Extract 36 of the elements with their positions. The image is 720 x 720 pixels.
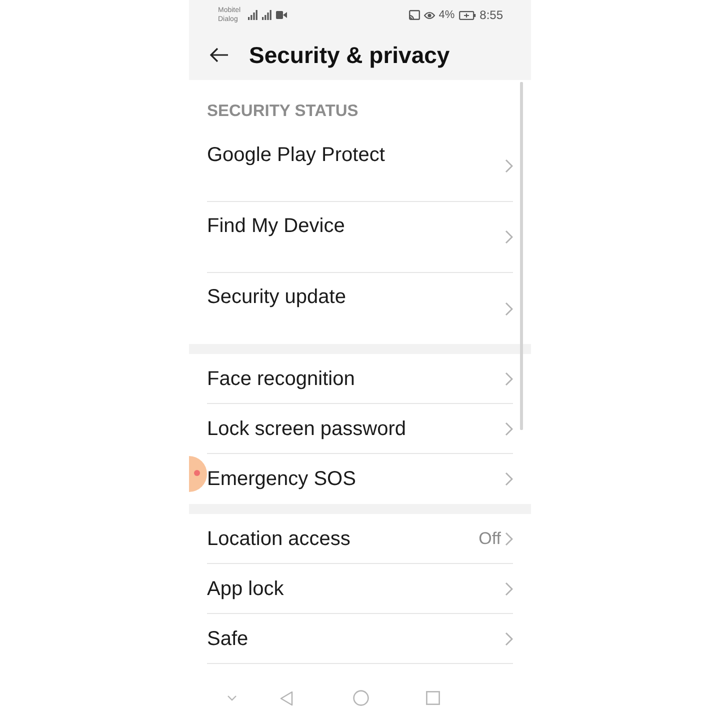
settings-item[interactable]: Emergency SOS bbox=[207, 454, 513, 504]
settings-item[interactable]: Google Play Protect bbox=[207, 131, 513, 202]
settings-item[interactable]: Lock screen password bbox=[207, 404, 513, 454]
chevron-right-icon bbox=[505, 472, 513, 486]
home-icon[interactable] bbox=[353, 690, 369, 706]
clock-time: 8:55 bbox=[480, 8, 503, 22]
settings-item[interactable]: Face recognition bbox=[207, 354, 513, 404]
video-camera-icon bbox=[276, 11, 287, 19]
chevron-right-icon bbox=[505, 582, 513, 596]
recents-icon[interactable] bbox=[426, 691, 440, 705]
eye-icon bbox=[424, 10, 435, 20]
settings-item[interactable]: Location access Off bbox=[207, 514, 513, 564]
touch-indicator-icon bbox=[189, 454, 207, 494]
chevron-right-icon bbox=[505, 159, 513, 173]
chevron-right-icon bbox=[505, 302, 513, 316]
chevron-right-icon bbox=[505, 532, 513, 546]
section-title: SECURITY STATUS bbox=[207, 102, 358, 120]
settings-item[interactable]: Find My Device bbox=[207, 202, 513, 273]
page-title: Security & privacy bbox=[249, 41, 450, 69]
settings-item[interactable]: App lock bbox=[207, 564, 513, 614]
chevron-down-icon[interactable] bbox=[227, 695, 237, 701]
back-icon[interactable] bbox=[280, 690, 293, 706]
battery-charging-icon bbox=[458, 10, 476, 20]
cast-icon bbox=[408, 10, 420, 20]
signal-icon bbox=[262, 10, 272, 20]
battery-percent: 4% bbox=[438, 9, 455, 21]
status-value: Off bbox=[478, 528, 501, 550]
chevron-right-icon bbox=[505, 372, 513, 386]
back-button[interactable] bbox=[209, 45, 229, 65]
signal-icon bbox=[248, 10, 258, 20]
chevron-right-icon bbox=[505, 632, 513, 646]
settings-item[interactable]: Safe bbox=[207, 614, 513, 664]
back-arrow-icon bbox=[209, 47, 229, 63]
chevron-right-icon bbox=[505, 422, 513, 436]
chevron-right-icon bbox=[505, 230, 513, 244]
settings-item[interactable]: Security update bbox=[207, 273, 513, 344]
